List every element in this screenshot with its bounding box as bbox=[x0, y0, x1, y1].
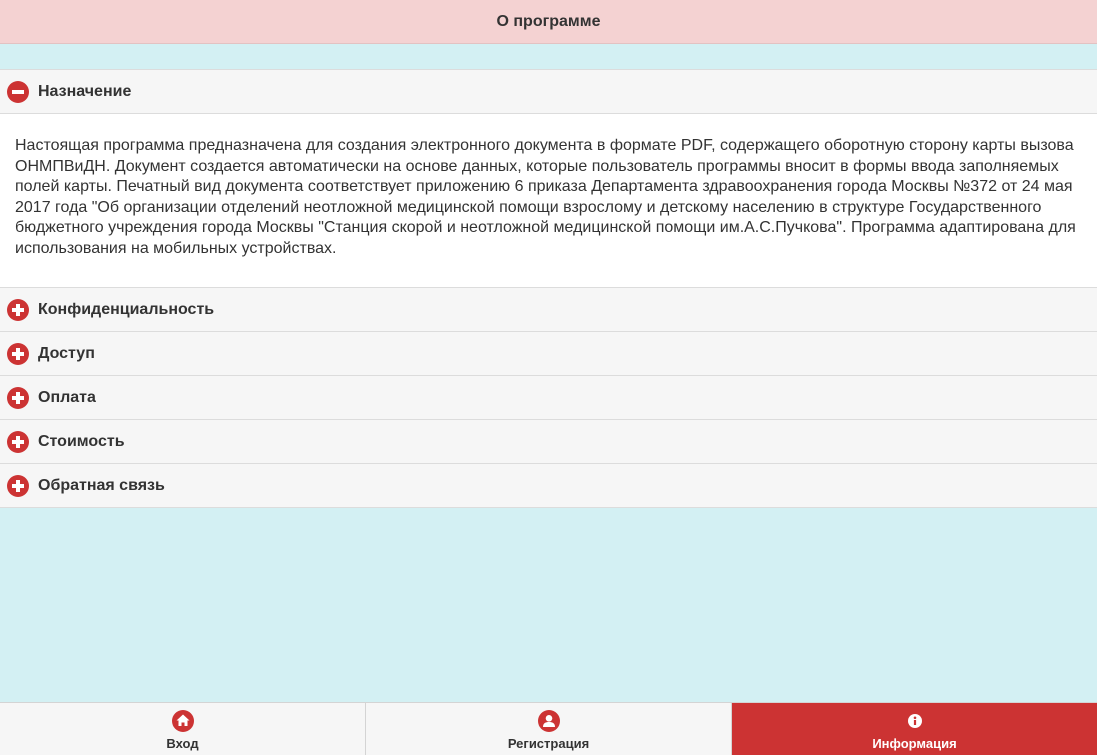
app-page: О программе Назначение Настоящая програм… bbox=[0, 0, 1097, 755]
accordion-header-privacy[interactable]: Конфиденциальность bbox=[0, 288, 1097, 331]
accordion-label: Стоимость bbox=[38, 432, 125, 450]
accordion-header-feedback[interactable]: Обратная связь bbox=[0, 464, 1097, 507]
user-icon bbox=[537, 710, 560, 732]
accordion-content-purpose: Настоящая программа предназначена для со… bbox=[0, 113, 1097, 287]
plus-circle-icon bbox=[7, 386, 29, 409]
accordion-label: Обратная связь bbox=[38, 476, 165, 494]
tab-registration[interactable]: Регистрация bbox=[366, 703, 732, 755]
tab-label: Регистрация bbox=[507, 736, 590, 751]
accordion-label: Доступ bbox=[38, 344, 95, 362]
accordion-header-payment[interactable]: Оплата bbox=[0, 376, 1097, 419]
accordion-header-access[interactable]: Доступ bbox=[0, 332, 1097, 375]
minus-circle-icon bbox=[7, 80, 29, 103]
accordion-item-cost: Стоимость bbox=[0, 420, 1097, 464]
accordion-label: Конфиденциальность bbox=[38, 300, 215, 318]
plus-circle-icon bbox=[7, 430, 29, 453]
page-title: О программе bbox=[496, 12, 601, 30]
bottom-tab-bar: Вход Регистрация Информация bbox=[0, 702, 1097, 755]
accordion-header-cost[interactable]: Стоимость bbox=[0, 420, 1097, 463]
accordion-label: Оплата bbox=[38, 388, 96, 406]
plus-circle-icon bbox=[7, 474, 29, 497]
accordion-item-access: Доступ bbox=[0, 332, 1097, 376]
plus-circle-icon bbox=[7, 342, 29, 365]
accordion-item-purpose: Назначение Настоящая программа предназна… bbox=[0, 70, 1097, 288]
accordion-item-privacy: Конфиденциальность bbox=[0, 288, 1097, 332]
plus-circle-icon bbox=[7, 298, 29, 321]
accordion-header-purpose[interactable]: Назначение bbox=[0, 70, 1097, 113]
accordion: Назначение Настоящая программа предназна… bbox=[0, 69, 1097, 508]
info-icon bbox=[907, 714, 922, 728]
accordion-item-payment: Оплата bbox=[0, 376, 1097, 420]
tab-label: Информация bbox=[872, 736, 957, 751]
accordion-item-feedback: Обратная связь bbox=[0, 464, 1097, 508]
tab-login[interactable]: Вход bbox=[0, 703, 366, 755]
tab-label: Вход bbox=[166, 736, 199, 751]
accordion-label: Назначение bbox=[38, 82, 132, 100]
header-bar: О программе bbox=[0, 0, 1097, 44]
home-icon bbox=[171, 710, 194, 732]
tab-information[interactable]: Информация bbox=[732, 703, 1097, 755]
